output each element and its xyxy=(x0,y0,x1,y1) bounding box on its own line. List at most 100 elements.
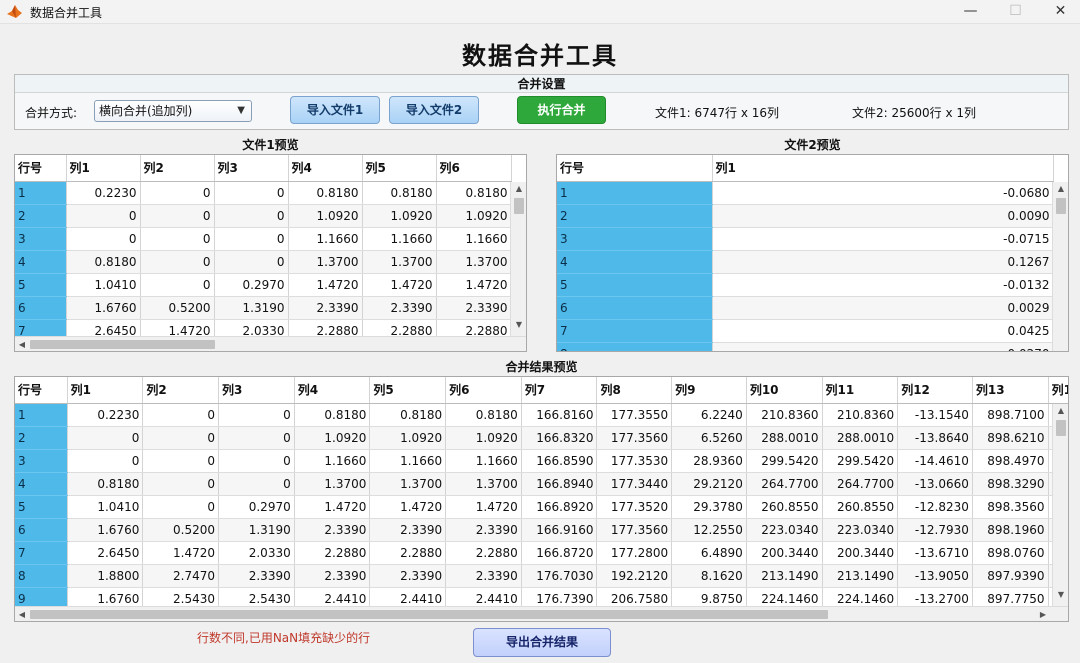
result-cell[interactable]: 898.1960 xyxy=(972,518,1049,542)
file1-row-number[interactable]: 6 xyxy=(15,296,67,320)
file1-column-header[interactable]: 列1 xyxy=(66,155,141,182)
file1-cell[interactable]: 0 xyxy=(140,273,215,297)
file2-table-row[interactable]: 4 0.1267 xyxy=(557,250,1054,274)
result-cell[interactable]: 1.3190 xyxy=(218,518,295,542)
result-table-row[interactable]: 7 2.6450 1.4720 2.0330 2.2880 2.2880 2.2880 166… xyxy=(15,541,1068,565)
result-cell[interactable]: 0 xyxy=(142,449,220,473)
result-cell[interactable]: 299.5420 xyxy=(822,449,899,473)
result-row-number[interactable]: 6 xyxy=(15,518,68,542)
file2-row-number[interactable]: 7 xyxy=(557,319,713,343)
file1-row-number[interactable]: 5 xyxy=(15,273,67,297)
file1-cell[interactable]: 2.3390 xyxy=(288,296,363,320)
file2-row-number[interactable]: 4 xyxy=(557,250,713,274)
file2-cell[interactable]: 0.0425 xyxy=(712,319,1054,343)
result-table-row[interactable]: 8 1.8800 2.7470 2.3390 2.3390 2.3390 2.3390 176… xyxy=(15,564,1068,588)
result-column-header[interactable]: 列6 xyxy=(445,377,522,404)
result-column-header[interactable]: 列9 xyxy=(671,377,747,404)
result-cell[interactable]: 0.2970 xyxy=(218,495,295,519)
scroll-up-icon[interactable]: ▲ xyxy=(511,184,526,193)
file2-preview-table[interactable]: 行号 列1 1 -0.0680 2 0.0090 3 -0.0715 4 0.1267 5 -0.0… xyxy=(556,154,1069,352)
file1-cell[interactable]: 1.1660 xyxy=(436,227,512,251)
result-cell[interactable]: 0 xyxy=(142,403,220,427)
result-cell[interactable]: 1.4720 xyxy=(294,495,371,519)
result-cell[interactable]: 1.3700 xyxy=(369,472,447,496)
file1-cell[interactable]: 0.5200 xyxy=(140,296,215,320)
result-cell[interactable]: 898.7100 xyxy=(972,403,1049,427)
result-cell[interactable]: 898.3560 xyxy=(972,495,1049,519)
result-cell[interactable]: 6.2240 xyxy=(671,403,747,427)
result-cell[interactable]: 0 xyxy=(67,449,144,473)
file1-cell[interactable]: 1.3190 xyxy=(214,296,289,320)
file2-cell[interactable]: 0.0029 xyxy=(712,296,1054,320)
result-cell[interactable]: 2.3390 xyxy=(369,564,447,588)
file2-cell[interactable]: -0.0132 xyxy=(712,273,1054,297)
file1-cell[interactable]: 1.0920 xyxy=(362,204,437,228)
result-vertical-scrollbar[interactable]: ▲ ▼ xyxy=(1052,404,1068,607)
file1-horizontal-scrollbar[interactable]: ◀ xyxy=(15,336,526,351)
result-cell[interactable]: 0 xyxy=(218,449,295,473)
result-cell[interactable]: 1.6760 xyxy=(67,518,144,542)
result-cell[interactable]: 2.2880 xyxy=(445,541,522,565)
result-cell[interactable]: 0 xyxy=(142,472,220,496)
result-cell[interactable]: 210.8360 xyxy=(822,403,899,427)
file2-cell[interactable]: 0.0090 xyxy=(712,204,1054,228)
result-cell[interactable]: -13.0660 xyxy=(897,472,973,496)
file1-cell[interactable]: 0 xyxy=(140,181,215,205)
result-row-number[interactable]: 3 xyxy=(15,449,68,473)
result-cell[interactable]: 260.8550 xyxy=(822,495,899,519)
result-cell[interactable]: 1.1660 xyxy=(369,449,447,473)
result-cell[interactable]: 299.5420 xyxy=(746,449,823,473)
file1-cell[interactable]: 2.3390 xyxy=(436,296,512,320)
result-cell[interactable]: 6.5260 xyxy=(671,426,747,450)
result-cell[interactable]: 2.3390 xyxy=(294,564,371,588)
result-cell[interactable]: 2.7470 xyxy=(142,564,220,588)
result-cell[interactable]: -13.6710 xyxy=(897,541,973,565)
file1-cell[interactable]: 0 xyxy=(214,181,289,205)
result-cell[interactable]: -13.8640 xyxy=(897,426,973,450)
scrollbar-thumb[interactable] xyxy=(514,198,524,214)
result-cell[interactable]: 897.9390 xyxy=(972,564,1049,588)
result-cell[interactable]: 0.2230 xyxy=(67,403,144,427)
file1-table-row[interactable]: 5 1.0410 0 0.2970 1.4720 1.4720 1.4720 xyxy=(15,273,512,297)
result-cell[interactable]: 1.8800 xyxy=(67,564,144,588)
result-table-row[interactable]: 3 0 0 0 1.1660 1.1660 1.1660 166.8590 177.3530 28… xyxy=(15,449,1068,473)
result-cell[interactable]: 1.0920 xyxy=(445,426,522,450)
result-cell[interactable]: 0.8180 xyxy=(445,403,522,427)
result-table-row[interactable]: 1 0.2230 0 0 0.8180 0.8180 0.8180 166.8160 177.3… xyxy=(15,403,1068,427)
result-column-header[interactable]: 列5 xyxy=(369,377,447,404)
result-cell[interactable]: 0 xyxy=(218,426,295,450)
result-column-header[interactable]: 列4 xyxy=(294,377,371,404)
result-cell[interactable]: 0 xyxy=(218,403,295,427)
scroll-down-icon[interactable]: ▼ xyxy=(511,320,526,329)
result-column-header[interactable]: 列2 xyxy=(142,377,220,404)
result-column-header[interactable]: 列7 xyxy=(521,377,598,404)
result-cell[interactable]: 1.3700 xyxy=(294,472,371,496)
file2-vertical-scrollbar[interactable]: ▲ xyxy=(1052,182,1068,351)
result-cell[interactable]: 898.4970 xyxy=(972,449,1049,473)
file2-table-row[interactable]: 6 0.0029 xyxy=(557,296,1054,320)
file1-table-row[interactable]: 6 1.6760 0.5200 1.3190 2.3390 2.3390 2.3390 xyxy=(15,296,512,320)
result-cell[interactable]: 176.7030 xyxy=(521,564,598,588)
scroll-up-icon[interactable]: ▲ xyxy=(1053,184,1068,193)
result-cell[interactable]: 223.0340 xyxy=(822,518,899,542)
result-cell[interactable]: 200.3440 xyxy=(822,541,899,565)
file1-cell[interactable]: 1.0920 xyxy=(288,204,363,228)
result-cell[interactable]: 166.8160 xyxy=(521,403,598,427)
scrollbar-thumb[interactable] xyxy=(1056,420,1066,436)
result-cell[interactable]: 166.8320 xyxy=(521,426,598,450)
file1-cell[interactable]: 1.0920 xyxy=(436,204,512,228)
result-table-row[interactable]: 2 0 0 0 1.0920 1.0920 1.0920 166.8320 177.3560 6.… xyxy=(15,426,1068,450)
file1-cell[interactable]: 0 xyxy=(214,250,289,274)
result-column-header[interactable]: 列1 xyxy=(67,377,144,404)
result-cell[interactable]: 288.0010 xyxy=(822,426,899,450)
result-cell[interactable]: 223.0340 xyxy=(746,518,823,542)
result-cell[interactable]: 200.3440 xyxy=(746,541,823,565)
export-result-button[interactable]: 导出合并结果 xyxy=(473,628,611,657)
result-cell[interactable]: 166.8940 xyxy=(521,472,598,496)
result-cell[interactable]: 260.8550 xyxy=(746,495,823,519)
result-cell[interactable]: 177.3520 xyxy=(596,495,673,519)
result-cell[interactable]: 1.0920 xyxy=(294,426,371,450)
result-column-header[interactable]: 列13 xyxy=(972,377,1049,404)
result-preview-table[interactable]: 行号列1列2列3列4列5列6列7列8列9列10列11列12列13列14 10.2… xyxy=(14,376,1069,622)
result-cell[interactable]: -12.7930 xyxy=(897,518,973,542)
